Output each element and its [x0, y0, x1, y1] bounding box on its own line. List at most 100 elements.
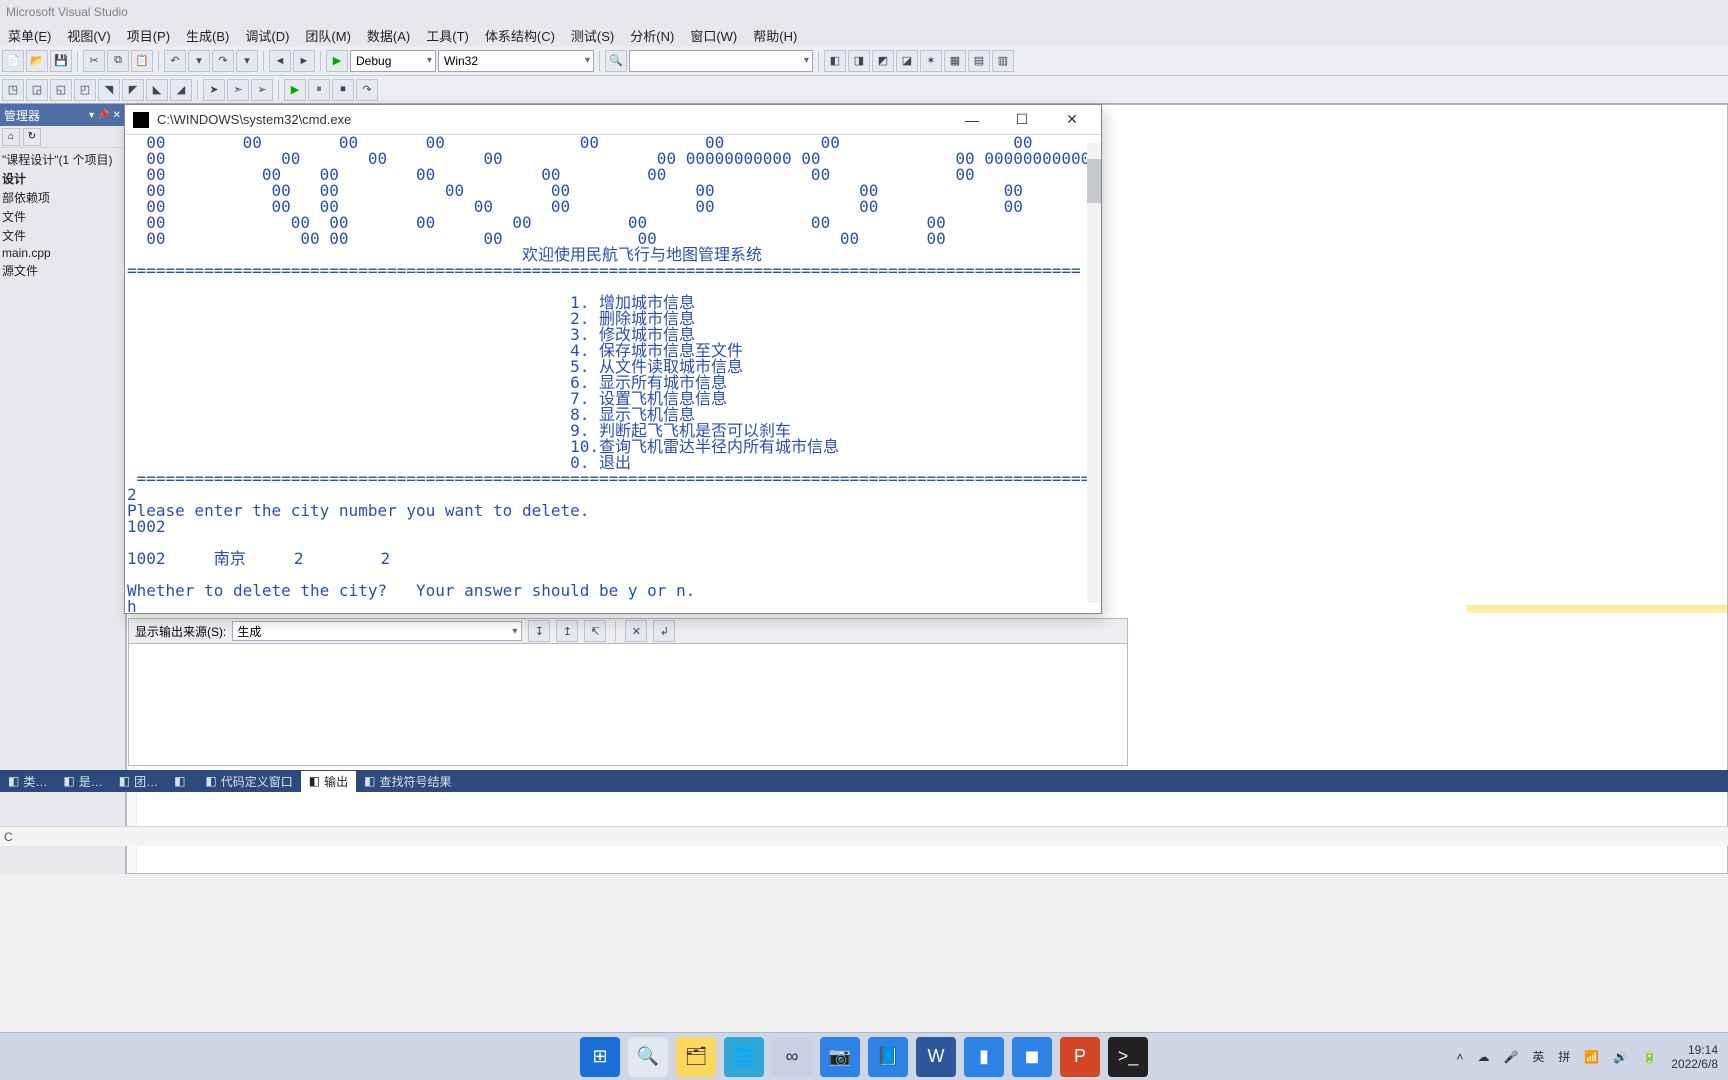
- taskbar-powerpoint-icon[interactable]: P: [1060, 1037, 1100, 1077]
- taskbar-tencent-docs-icon[interactable]: 📘: [868, 1037, 908, 1077]
- menu-data[interactable]: 数据(A): [359, 26, 418, 45]
- db-g-icon[interactable]: ◣: [146, 79, 168, 101]
- cmd-maximize-button[interactable]: ☐: [1001, 106, 1043, 134]
- tb-g-icon[interactable]: ▤: [968, 50, 990, 72]
- menu-debug[interactable]: 调试(D): [237, 26, 297, 45]
- menu-build[interactable]: 生成(B): [178, 26, 237, 45]
- tb-c-icon[interactable]: ◩: [872, 50, 894, 72]
- taskbar-search-icon[interactable]: 🔍: [628, 1037, 668, 1077]
- out-b-icon[interactable]: ↥: [556, 620, 578, 642]
- tray-ime2[interactable]: 拼: [1558, 1048, 1570, 1065]
- db-i-icon[interactable]: ➤: [203, 79, 225, 101]
- tree-node-src[interactable]: 源文件: [0, 261, 125, 280]
- start-debug-icon[interactable]: ▶: [326, 50, 348, 72]
- output-source-combo[interactable]: 生成: [232, 621, 522, 641]
- db-play-icon[interactable]: ▶: [284, 79, 306, 101]
- tray-battery-icon[interactable]: 🔋: [1642, 1050, 1657, 1064]
- cmd-title-bar[interactable]: C:\WINDOWS\system32\cmd.exe — ☐ ✕: [125, 105, 1101, 135]
- db-h-icon[interactable]: ◢: [170, 79, 192, 101]
- tree-node-main[interactable]: main.cpp: [0, 245, 125, 261]
- platform-combo[interactable]: Win32: [438, 50, 594, 72]
- tray-mic-icon[interactable]: 🎤: [1503, 1050, 1518, 1064]
- tb-b-icon[interactable]: ◨: [848, 50, 870, 72]
- nav-fwd-icon[interactable]: ►: [293, 50, 315, 72]
- refresh-icon[interactable]: ↻: [23, 128, 41, 146]
- taskbar-explorer-icon[interactable]: 🗂: [676, 1037, 716, 1077]
- out-clear-icon[interactable]: ✕: [625, 620, 647, 642]
- taskbar-app2-icon[interactable]: ◼: [1012, 1037, 1052, 1077]
- tb-a-icon[interactable]: ◧: [824, 50, 846, 72]
- db-step-icon[interactable]: ↷: [356, 79, 378, 101]
- redo-drop-icon[interactable]: ▾: [236, 50, 258, 72]
- save-icon[interactable]: 💾: [50, 50, 72, 72]
- tree-node-deps[interactable]: 部依赖项: [0, 188, 125, 207]
- menu-window[interactable]: 窗口(W): [682, 26, 745, 45]
- menu-team[interactable]: 团队(M): [297, 26, 359, 45]
- tab-codedef[interactable]: ◧ 代码定义窗口: [197, 771, 300, 792]
- tray-onedrive-icon[interactable]: ☁: [1477, 1050, 1489, 1064]
- tb-f-icon[interactable]: ▦: [944, 50, 966, 72]
- tab-class[interactable]: ◧ 类…: [0, 771, 55, 792]
- tb-d-icon[interactable]: ◪: [896, 50, 918, 72]
- find-combo[interactable]: [629, 50, 813, 72]
- find-in-files-icon[interactable]: 🔍: [605, 50, 627, 72]
- tree-node-files1[interactable]: 文件: [0, 207, 125, 226]
- db-stop-icon[interactable]: ⏹: [332, 79, 354, 101]
- db-a-icon[interactable]: ◳: [2, 79, 24, 101]
- cmd-minimize-button[interactable]: —: [951, 106, 993, 134]
- db-b-icon[interactable]: ◲: [26, 79, 48, 101]
- taskbar-edge-icon[interactable]: 🌐: [724, 1037, 764, 1077]
- out-wrap-icon[interactable]: ↲: [653, 620, 675, 642]
- menu-file[interactable]: 菜单(E): [0, 26, 59, 45]
- db-f-icon[interactable]: ◤: [122, 79, 144, 101]
- tab-findsymbol[interactable]: ◧ 查找符号结果: [356, 771, 459, 792]
- menu-help[interactable]: 帮助(H): [745, 26, 805, 45]
- tb-e-icon[interactable]: ✶: [920, 50, 942, 72]
- menu-tools[interactable]: 工具(T): [418, 26, 477, 45]
- db-e-icon[interactable]: ◥: [98, 79, 120, 101]
- out-c-icon[interactable]: ↸: [584, 620, 606, 642]
- tb-h-icon[interactable]: ▥: [992, 50, 1014, 72]
- config-combo[interactable]: Debug: [350, 50, 436, 72]
- dock-pin-icon[interactable]: 📌: [97, 110, 109, 121]
- new-project-icon[interactable]: 📄: [2, 50, 24, 72]
- tray-volume-icon[interactable]: 🔊: [1613, 1050, 1628, 1064]
- taskbar-devhome-icon[interactable]: ∞: [772, 1037, 812, 1077]
- menu-view[interactable]: 视图(V): [59, 26, 118, 45]
- nav-back-icon[interactable]: ◄: [269, 50, 291, 72]
- tree-node-files2[interactable]: 文件: [0, 226, 125, 245]
- menu-analyze[interactable]: 分析(N): [622, 26, 682, 45]
- cmd-scrollbar-thumb[interactable]: [1087, 159, 1101, 203]
- db-pause-icon[interactable]: ⏸: [308, 79, 330, 101]
- taskbar-cmd-icon[interactable]: >_: [1108, 1037, 1148, 1077]
- taskbar-app1-icon[interactable]: ▮: [964, 1037, 1004, 1077]
- db-d-icon[interactable]: ◰: [74, 79, 96, 101]
- copy-icon[interactable]: ⧉: [107, 50, 129, 72]
- home-icon[interactable]: ⌂: [2, 128, 20, 146]
- undo-icon[interactable]: ↶: [164, 50, 186, 72]
- taskbar-start-icon[interactable]: ⊞: [580, 1037, 620, 1077]
- menu-project[interactable]: 项目(P): [119, 26, 178, 45]
- taskbar-tencent-meeting-icon[interactable]: 📷: [820, 1037, 860, 1077]
- paste-icon[interactable]: 📋: [131, 50, 153, 72]
- redo-icon[interactable]: ↷: [212, 50, 234, 72]
- menu-architecture[interactable]: 体系结构(C): [477, 26, 563, 45]
- tab-d[interactable]: ◧: [166, 772, 197, 790]
- cmd-close-button[interactable]: ✕: [1051, 106, 1093, 134]
- db-k-icon[interactable]: ➢: [251, 79, 273, 101]
- dock-close-icon[interactable]: ✕: [113, 110, 121, 121]
- tray-wifi-icon[interactable]: 📶: [1584, 1050, 1599, 1064]
- undo-drop-icon[interactable]: ▾: [188, 50, 210, 72]
- tray-clock[interactable]: 19:14 2022/6/8: [1671, 1043, 1718, 1071]
- tab-team[interactable]: ◧ 团…: [111, 771, 166, 792]
- tab-b[interactable]: ◧ 是…: [55, 771, 110, 792]
- cmd-body[interactable]: 00 00 00 00 00 00 00 00 00 00 00 00 00 0…: [125, 135, 1101, 613]
- tree-solution[interactable]: "课程设计"(1 个项目): [0, 150, 125, 169]
- menu-test[interactable]: 测试(S): [563, 26, 622, 45]
- db-c-icon[interactable]: ◱: [50, 79, 72, 101]
- out-a-icon[interactable]: ↧: [528, 620, 550, 642]
- open-icon[interactable]: 📂: [26, 50, 48, 72]
- cut-icon[interactable]: ✂: [83, 50, 105, 72]
- tray-chevron-icon[interactable]: ˄: [1456, 1050, 1463, 1064]
- taskbar-word-icon[interactable]: W: [916, 1037, 956, 1077]
